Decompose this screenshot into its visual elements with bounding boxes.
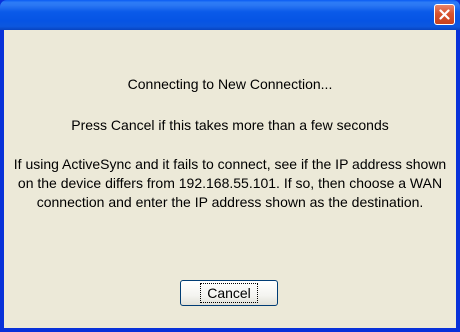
close-button[interactable]	[434, 4, 455, 25]
connecting-message: Connecting to New Connection...	[127, 76, 333, 92]
dialog-window: Connecting to New Connection... Press Ca…	[0, 0, 460, 332]
dialog-body: Connecting to New Connection... Press Ca…	[4, 30, 456, 328]
cancel-button-label: Cancel	[200, 283, 258, 303]
cancel-button[interactable]: Cancel	[180, 280, 278, 306]
title-bar[interactable]	[0, 0, 460, 30]
cancel-hint-message: Press Cancel if this takes more than a f…	[71, 117, 389, 133]
close-icon	[439, 9, 450, 20]
activesync-hint-message: If using ActiveSync and it fails to conn…	[13, 156, 447, 210]
